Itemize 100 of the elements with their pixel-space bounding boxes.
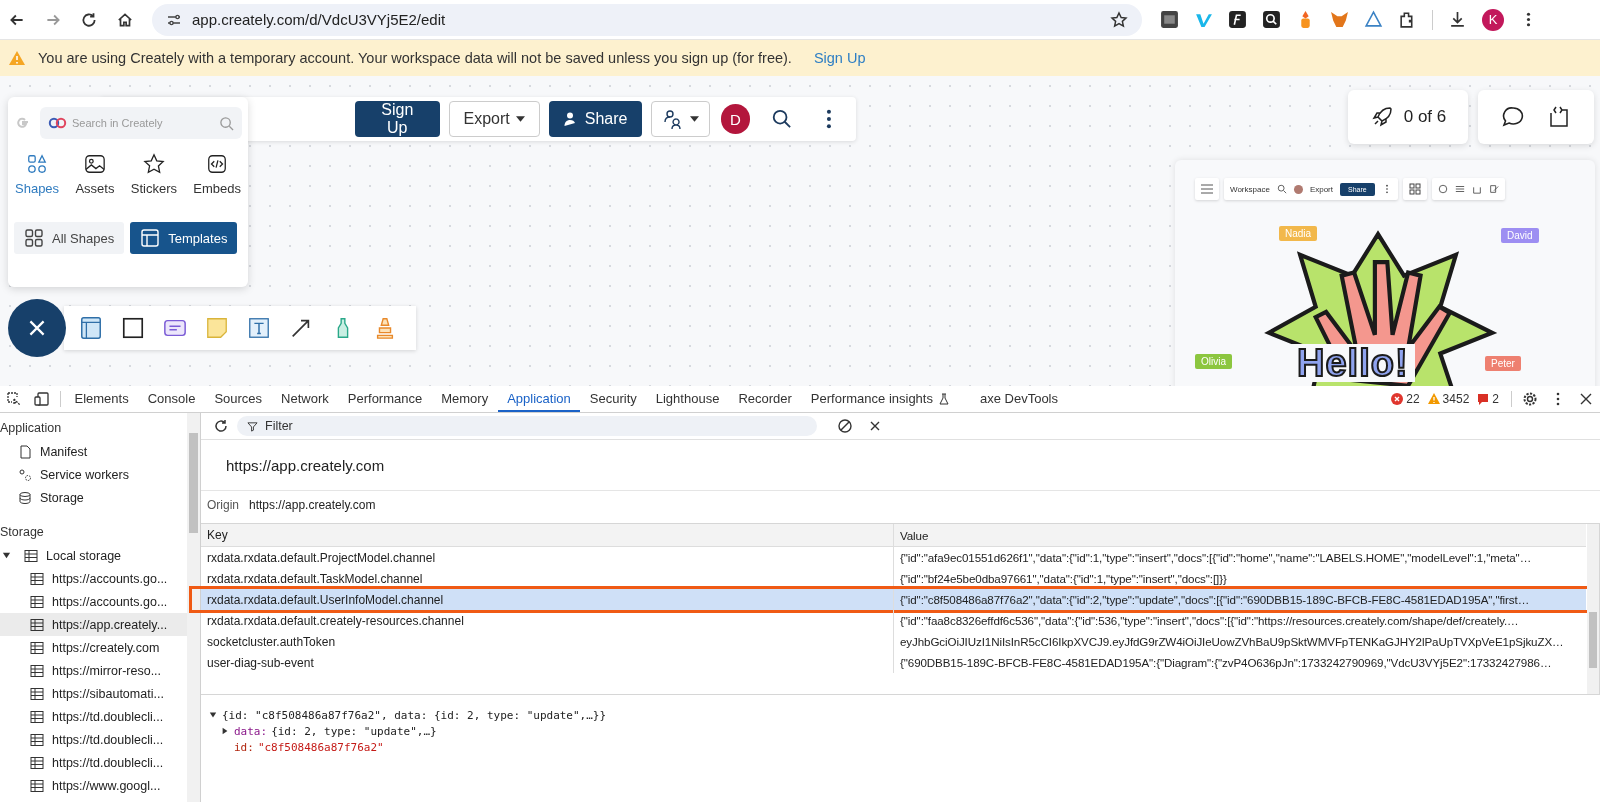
issue-count[interactable]: 2 bbox=[1477, 392, 1499, 406]
warning-count[interactable]: 3452 bbox=[1427, 392, 1470, 406]
table-row[interactable]: socketcluster.authToken eyJhbGciOiJIUzI1NiIsInR5cCI6IkpXVCJ9.eyJfdG9rZW4iOiJIeUowZVhBaU9pSktWMVFpTENKaGJHY2lPaUpTVXpVeE1pSjkuZX… bbox=[201, 631, 1586, 652]
rectangle-icon[interactable] bbox=[121, 316, 145, 340]
sign-up-link[interactable]: Sign Up bbox=[813, 50, 866, 66]
devtools-tab[interactable]: Application bbox=[497, 386, 581, 412]
panel-button[interactable]: All Shapes bbox=[14, 222, 125, 254]
scrollbar[interactable] bbox=[1587, 524, 1599, 694]
star-icon[interactable] bbox=[1110, 10, 1128, 29]
export-button[interactable]: Export bbox=[448, 101, 540, 137]
table-icon bbox=[30, 617, 44, 632]
panel-tab[interactable]: Assets bbox=[74, 153, 116, 196]
devtools-tab[interactable]: Performance bbox=[338, 386, 432, 412]
download-icon[interactable] bbox=[1448, 10, 1467, 29]
table-cell-text: {"id":"faa8c8326effdf6c536","data":{"id":536,"type":"insert","docs":[{"id":"https://resources.creately.com/shape/def/creately.… bbox=[899, 614, 1520, 627]
code-icon bbox=[206, 153, 229, 175]
reload-icon[interactable] bbox=[80, 10, 98, 29]
sidebar-item[interactable]: Storage bbox=[0, 486, 187, 509]
tree-item[interactable]: https://www.googl... bbox=[0, 774, 187, 797]
error-count[interactable]: 22 bbox=[1391, 392, 1420, 406]
devtools-tab[interactable]: Recorder bbox=[728, 386, 802, 412]
panel-tab[interactable]: Shapes bbox=[14, 153, 61, 196]
table-row[interactable]: user-diag-sub-event {"690DBB15-189C-BFCB-FE8C-4581EDAD195A":{"Diagram":{"zvP4O636pJn":1733242790969,"VdcU3VYj5E2":17332427986… bbox=[201, 652, 1586, 673]
tree-item[interactable]: https://td.doublecli... bbox=[0, 751, 187, 774]
tree-item[interactable]: https://td.doublecli... bbox=[0, 705, 187, 728]
share-button[interactable]: Share bbox=[548, 101, 642, 137]
image-icon bbox=[83, 153, 106, 175]
search-icon[interactable] bbox=[771, 108, 794, 130]
devtools-tab[interactable]: Console bbox=[138, 386, 205, 412]
devtools-tab[interactable]: Elements bbox=[65, 386, 139, 412]
column-header[interactable]: Value bbox=[894, 528, 1586, 542]
tree-item[interactable]: Local storage bbox=[0, 544, 187, 567]
tree-item[interactable]: https://app.creately... bbox=[0, 613, 187, 636]
cursor-label: David bbox=[1501, 228, 1539, 243]
filter-field[interactable]: Filter bbox=[237, 416, 817, 436]
embed-icon[interactable] bbox=[1547, 105, 1571, 129]
table-cell-text: {"id":"c8f508486a87f76a2","data":{"id":2,"type":"update","docs":[{"id":"690DBB15-189C-BFCB-FE8C-4581EDAD195A","first… bbox=[899, 593, 1531, 606]
property-value: {id: 2, type: "update",…} bbox=[271, 724, 437, 738]
extension-icon[interactable] bbox=[1262, 10, 1281, 29]
table-cell-text: {"id":"bf24e5be0dba97661","data":{"id":1,"type":"insert","docs":[]}} bbox=[899, 572, 1228, 585]
tree-item[interactable]: https://sibautomati... bbox=[0, 682, 187, 705]
url-text: app.creately.com/d/VdcU3VYj5E2/edit bbox=[192, 11, 447, 28]
cursor-label: Olivia bbox=[1195, 354, 1232, 369]
object-summary[interactable]: {id: "c8f508486a87f76a2", data: {id: 2, type: "update",…}} bbox=[222, 708, 607, 722]
panel-tab[interactable]: Stickers bbox=[129, 153, 178, 196]
sliders-icon bbox=[1454, 184, 1465, 194]
collaborators-button[interactable] bbox=[650, 101, 710, 137]
collapse-arrow-icon[interactable] bbox=[221, 727, 229, 735]
banner-message: You are using Creately with a temporary account. Your workspace data will not be saved unless you sign up (for free). bbox=[38, 50, 792, 66]
tree-item[interactable]: https://mirror-reso... bbox=[0, 659, 187, 682]
warning-icon bbox=[8, 50, 26, 66]
device-toolbar-icon[interactable] bbox=[34, 391, 50, 407]
expand-arrow-icon[interactable] bbox=[2, 551, 11, 560]
presentation-card[interactable]: 0 of 6 bbox=[1348, 90, 1468, 144]
address-bar[interactable]: app.creately.com/d/VdcU3VYj5E2/edit bbox=[152, 3, 1142, 36]
cursor-label: Peter bbox=[1485, 356, 1521, 371]
column-header[interactable]: Key bbox=[201, 524, 894, 546]
clear-all-icon[interactable] bbox=[837, 418, 853, 434]
refresh-icon[interactable] bbox=[213, 418, 229, 434]
inspect-icon[interactable] bbox=[6, 391, 22, 407]
table-row[interactable]: rxdata.rxdata.default.ProjectModel.channel {"id":"afa9ec01551d626f1","data":{"id":1,"type":"insert","docs":[{"id":"home","name":"LABELS.HOME","modelLevel":1,"meta"… bbox=[201, 547, 1586, 568]
expand-arrow-icon[interactable] bbox=[209, 711, 217, 719]
scrollbar[interactable] bbox=[187, 413, 200, 802]
settings-icon[interactable] bbox=[1522, 391, 1538, 407]
devtools-tab[interactable]: Security bbox=[580, 386, 647, 412]
sidebar-item[interactable]: Manifest bbox=[0, 440, 187, 463]
table-icon bbox=[30, 640, 44, 655]
tree-item[interactable]: https://accounts.go... bbox=[0, 567, 187, 590]
error-icon bbox=[1391, 393, 1404, 405]
devtools-tab[interactable]: Sources bbox=[204, 386, 272, 412]
sign-up-button[interactable]: Sign Up bbox=[355, 101, 440, 137]
devtools-tab[interactable]: Lighthouse bbox=[646, 386, 729, 412]
fox-icon[interactable] bbox=[1330, 10, 1349, 29]
comment-icon bbox=[1437, 184, 1448, 194]
panel-tab[interactable]: Embeds bbox=[192, 153, 242, 196]
sidebar-item[interactable]: Service workers bbox=[0, 463, 187, 486]
text-icon[interactable] bbox=[247, 316, 271, 340]
devtools-tab[interactable]: Network bbox=[271, 386, 339, 412]
table-row[interactable]: rxdata.rxdata.default.creately-resources.channel {"id":"faa8c8326effdf6c536","data":{"id":536,"type":"insert","docs":[{"id":"https://resources.creately.com/shape/def/creately.… bbox=[201, 610, 1586, 631]
panel-button[interactable]: Templates bbox=[130, 222, 238, 254]
search-field[interactable]: Search in Creately bbox=[40, 107, 242, 139]
user-avatar[interactable]: D bbox=[720, 104, 751, 134]
close-icon[interactable] bbox=[1578, 391, 1594, 407]
tree-item[interactable]: https://td.doublecli... bbox=[0, 728, 187, 751]
comment-icon[interactable] bbox=[1501, 105, 1525, 129]
tree-item[interactable]: https://creately.com bbox=[0, 636, 187, 659]
devtools-tab[interactable]: axe DevTools bbox=[970, 386, 1068, 412]
devtools-tab[interactable]: Memory bbox=[431, 386, 498, 412]
profile-avatar[interactable]: K bbox=[1482, 8, 1504, 31]
people-icon bbox=[661, 108, 684, 130]
tree-item[interactable]: https://accounts.go... bbox=[0, 590, 187, 613]
extension-icon[interactable] bbox=[1228, 10, 1247, 29]
frame-icon[interactable] bbox=[79, 316, 103, 340]
devtools-tab[interactable]: Performance insights bbox=[801, 386, 943, 412]
extension-icon[interactable] bbox=[1160, 10, 1179, 29]
property-key[interactable]: data: bbox=[234, 724, 268, 738]
close-button[interactable] bbox=[8, 299, 66, 357]
table-icon bbox=[24, 548, 38, 563]
table-cell: rxdata.rxdata.default.ProjectModel.channel bbox=[201, 547, 894, 568]
flask-icon bbox=[938, 393, 951, 405]
